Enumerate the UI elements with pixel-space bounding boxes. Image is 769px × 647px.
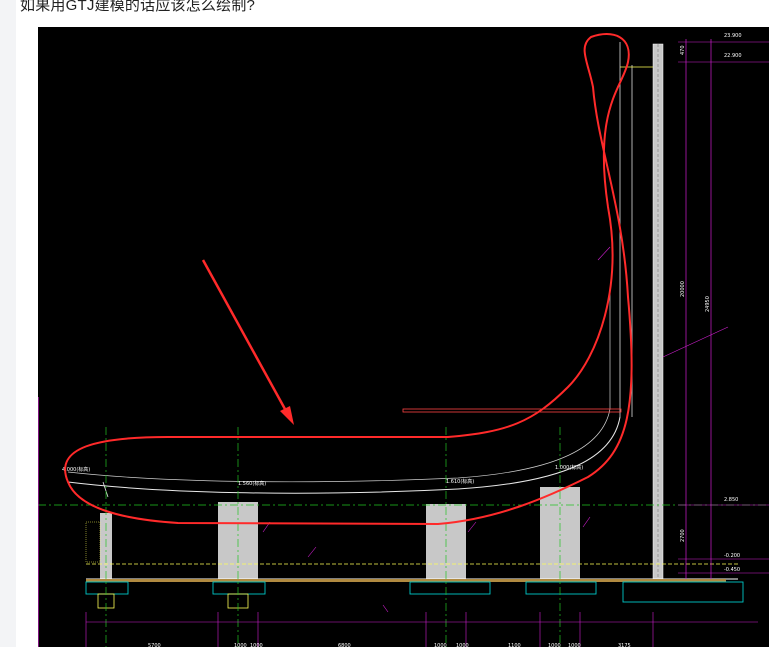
bottom-dim-label: 1000: [456, 643, 469, 647]
footing-1: [85, 581, 129, 595]
bottom-dimension-labels: 5700 1000 1000 6800 1000 1000 1100 1000 1000 3175: [148, 643, 631, 647]
dim-v-2: 20000: [680, 281, 686, 297]
elev-mid: 2.850: [724, 497, 738, 503]
bottom-dim-label: 5700: [148, 643, 161, 647]
dim-v-1: 470: [680, 45, 686, 55]
red-arrow: [201, 259, 293, 421]
left-gutter: [0, 0, 16, 647]
footing-5: [622, 581, 744, 603]
bottom-dim-label: 1000: [250, 643, 263, 647]
elev-top-1: 23.900: [724, 33, 742, 39]
level-tag-3: 1.610(标高): [446, 478, 474, 485]
bottom-dim-label: 1000: [548, 643, 561, 647]
elev-bottom-2: -0.450: [724, 567, 740, 573]
footing-2: [212, 581, 266, 595]
dim-v-4: 2700: [680, 529, 686, 542]
elev-top-2: 22.900: [724, 53, 742, 59]
bottom-dim-label: 1000: [234, 643, 247, 647]
red-beam-marker: [402, 408, 622, 413]
bottom-dim-label: 3175: [618, 643, 631, 647]
cad-drawing-image: 23.900 22.900 2.850 -0.200 -0.450 470 20…: [38, 27, 769, 647]
elev-bottom-1: -0.200: [724, 553, 740, 559]
bottom-dim-label: 1000: [568, 643, 581, 647]
dim-v-3: 24950: [705, 296, 711, 312]
bottom-dim-label: 1100: [508, 643, 521, 647]
red-arrow-head: [280, 406, 294, 425]
footing-3: [409, 581, 491, 595]
post-question: 如果用GTJ建模的话应该怎么绘制?: [20, 0, 256, 14]
bottom-dim-label: 1000: [434, 643, 447, 647]
level-tag-4: 1.000(标高): [555, 464, 583, 471]
level-tag-2: 1.560(标高): [238, 480, 266, 487]
footing-4: [525, 581, 597, 595]
red-annotation-outline: [64, 33, 633, 526]
bottom-dim-label: 6800: [338, 643, 351, 647]
